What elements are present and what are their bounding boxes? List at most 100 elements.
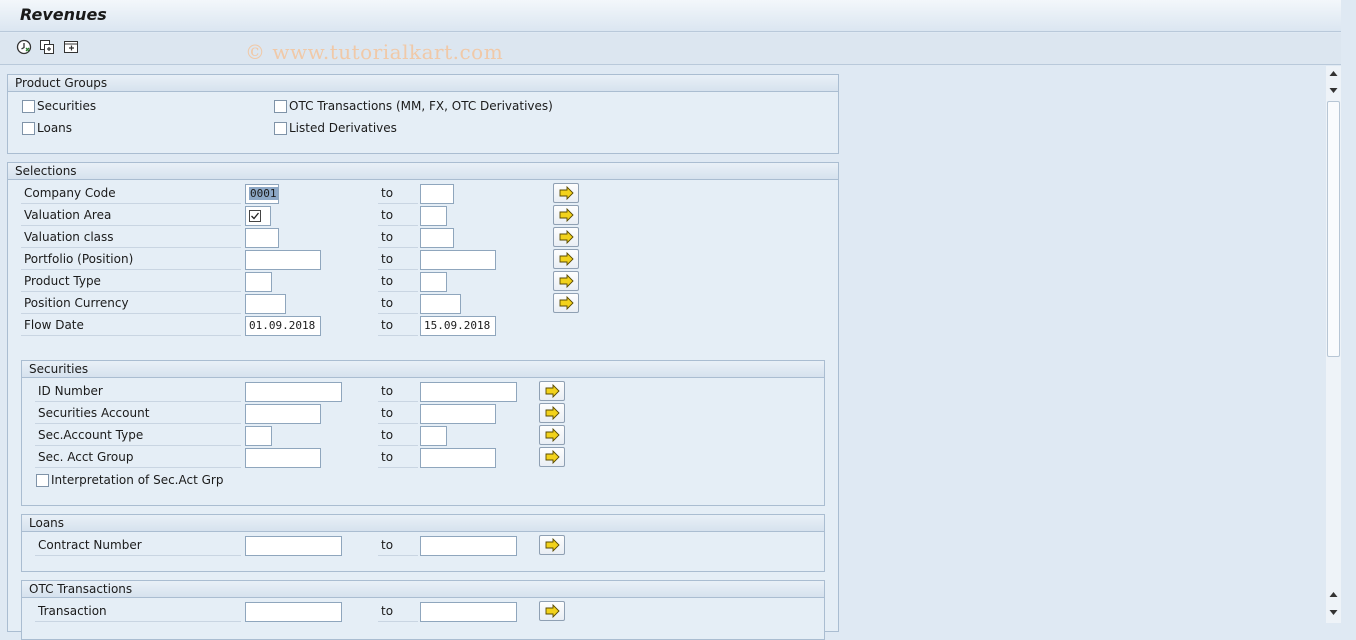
arrow-right-icon [559, 252, 574, 266]
contract-number-to-input[interactable] [420, 536, 517, 556]
id-number-to-input[interactable] [420, 382, 517, 402]
execute-icon[interactable] [16, 39, 32, 55]
interpretation-sec-act-grp-checkbox[interactable] [36, 474, 49, 487]
portfolio-label: Portfolio (Position) [21, 249, 241, 270]
valuation-class-from-input[interactable] [245, 228, 279, 248]
sec-acct-group-from-input[interactable] [245, 448, 321, 468]
sec-acct-group-label: Sec. Acct Group [35, 447, 241, 468]
contract-number-multiple-selection-button[interactable] [539, 535, 565, 555]
sec-acct-group-multiple-selection-button[interactable] [539, 447, 565, 467]
sec-account-type-from-input[interactable] [245, 426, 272, 446]
securities-account-from-input[interactable] [245, 404, 321, 424]
transaction-multiple-selection-button[interactable] [539, 601, 565, 621]
scroll-bottom-icon[interactable] [1327, 606, 1340, 618]
to-label: to [378, 403, 418, 424]
otc-transactions-header: OTC Transactions [22, 581, 824, 598]
arrow-right-icon [559, 186, 574, 200]
product-type-to-input[interactable] [420, 272, 447, 292]
valuation-class-multiple-selection-button[interactable] [553, 227, 579, 247]
scrollbar-thumb[interactable] [1327, 101, 1340, 357]
sec-acct-group-to-input[interactable] [420, 448, 496, 468]
arrow-right-icon [545, 428, 560, 442]
arrow-right-icon [545, 384, 560, 398]
application-toolbar [0, 33, 1341, 65]
arrow-right-icon [545, 450, 560, 464]
scroll-up-icon[interactable] [1327, 589, 1340, 601]
portfolio-to-input[interactable] [420, 250, 496, 270]
portfolio-multiple-selection-button[interactable] [553, 249, 579, 269]
loans-checkbox[interactable] [22, 122, 35, 135]
position-currency-multiple-selection-button[interactable] [553, 293, 579, 313]
flow-date-label: Flow Date [21, 315, 241, 336]
product-type-label: Product Type [21, 271, 241, 292]
to-label: to [378, 205, 418, 226]
to-label: to [378, 315, 418, 336]
to-label: to [378, 227, 418, 248]
position-currency-from-input[interactable] [245, 294, 286, 314]
id-number-label: ID Number [35, 381, 241, 402]
check-icon [249, 210, 261, 222]
to-label: to [378, 271, 418, 292]
flow-date-to-input[interactable]: 15.09.2018 [420, 316, 496, 336]
valuation-area-multiple-selection-button[interactable] [553, 205, 579, 225]
watermark-text: © www.tutorialkart.com [245, 40, 504, 64]
product-type-multiple-selection-button[interactable] [553, 271, 579, 291]
transaction-to-input[interactable] [420, 602, 517, 622]
company-code-multiple-selection-button[interactable] [553, 183, 579, 203]
arrow-right-icon [559, 208, 574, 222]
portfolio-from-input[interactable] [245, 250, 321, 270]
contract-number-label: Contract Number [35, 535, 241, 556]
arrow-right-icon [545, 406, 560, 420]
valuation-area-from-input[interactable] [245, 206, 271, 226]
to-label: to [378, 293, 418, 314]
position-currency-label: Position Currency [21, 293, 241, 314]
flow-date-from-input[interactable]: 01.09.2018 [245, 316, 321, 336]
valuation-area-to-input[interactable] [420, 206, 447, 226]
valuation-class-to-input[interactable] [420, 228, 454, 248]
to-label: to [378, 601, 418, 622]
page-title: Revenues [20, 5, 107, 24]
variant-display-icon[interactable] [63, 39, 79, 55]
valuation-area-label: Valuation Area [21, 205, 241, 226]
securities-account-multiple-selection-button[interactable] [539, 403, 565, 423]
sec-account-type-to-input[interactable] [420, 426, 447, 446]
listed-derivatives-checkbox[interactable] [274, 122, 287, 135]
to-label: to [378, 381, 418, 402]
valuation-class-label: Valuation class [21, 227, 241, 248]
scroll-down-icon[interactable] [1327, 84, 1340, 96]
securities-account-to-input[interactable] [420, 404, 496, 424]
securities-checkbox-label: Securities [37, 99, 97, 113]
loans-checkbox-label: Loans [37, 121, 73, 135]
arrow-right-icon [559, 274, 574, 288]
arrow-right-icon [545, 604, 560, 618]
to-label: to [378, 447, 418, 468]
title-bar: Revenues [0, 0, 1341, 32]
to-label: to [378, 249, 418, 270]
arrow-right-icon [559, 296, 574, 310]
position-currency-to-input[interactable] [420, 294, 461, 314]
transaction-label: Transaction [35, 601, 241, 622]
to-label: to [378, 535, 418, 556]
to-label: to [378, 183, 418, 204]
transaction-from-input[interactable] [245, 602, 342, 622]
loans-header: Loans [22, 515, 824, 532]
company-code-from-input[interactable]: 0001 [245, 184, 279, 204]
company-code-label: Company Code [21, 183, 241, 204]
otc-transactions-checkbox[interactable] [274, 100, 287, 113]
sec-account-type-multiple-selection-button[interactable] [539, 425, 565, 445]
otc-transactions-checkbox-label: OTC Transactions (MM, FX, OTC Derivative… [289, 99, 553, 113]
securities-account-label: Securities Account [35, 403, 241, 424]
arrow-right-icon [559, 230, 574, 244]
company-code-to-input[interactable] [420, 184, 454, 204]
id-number-multiple-selection-button[interactable] [539, 381, 565, 401]
to-label: to [378, 425, 418, 446]
contract-number-from-input[interactable] [245, 536, 342, 556]
securities-header: Securities [22, 361, 824, 378]
product-type-from-input[interactable] [245, 272, 272, 292]
securities-checkbox[interactable] [22, 100, 35, 113]
listed-derivatives-checkbox-label: Listed Derivatives [289, 121, 397, 135]
copy-variant-icon[interactable] [39, 39, 55, 55]
product-groups-header: Product Groups [8, 75, 838, 92]
id-number-from-input[interactable] [245, 382, 342, 402]
scroll-top-icon[interactable] [1327, 68, 1340, 80]
